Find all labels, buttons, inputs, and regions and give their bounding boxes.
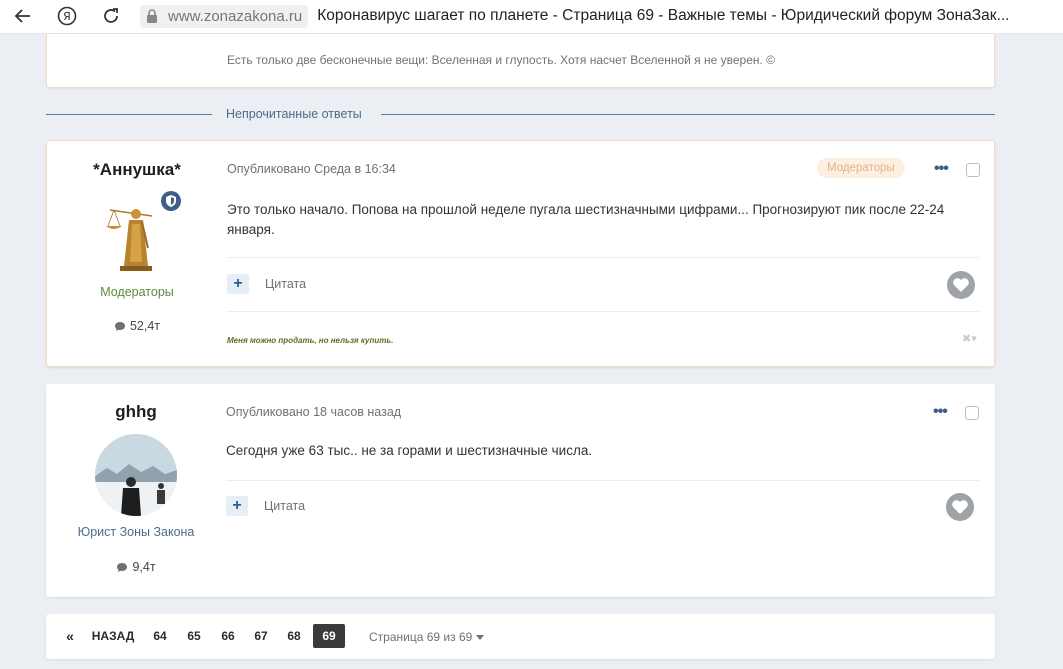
more-options-icon[interactable]: ••• — [934, 160, 949, 178]
post: *Аннушка* Модераторы 52,4т Опубликовано … — [46, 140, 995, 367]
author-panel: ghhg Юрист Зоны Закона 9,4т — [46, 384, 226, 574]
post-count: 52,4т — [47, 319, 227, 333]
page-title: Коронавирус шагает по планете - Страница… — [317, 7, 1010, 24]
divider — [227, 311, 979, 312]
signature-toggle-icon[interactable]: ✖▾ — [962, 332, 977, 345]
reload-icon[interactable] — [100, 5, 122, 27]
post-meta[interactable]: Опубликовано Среда в 16:34 — [227, 162, 396, 176]
unread-separator: Непрочитанные ответы — [46, 104, 995, 124]
page-link[interactable]: 67 — [248, 624, 274, 648]
quote-button[interactable]: Цитата — [265, 277, 306, 291]
page-link[interactable]: 66 — [215, 624, 241, 648]
post-signature: Меня можно продать, но нельзя купить. — [227, 336, 394, 345]
like-heart-icon[interactable] — [947, 271, 975, 299]
separator-line — [46, 114, 212, 115]
page-info-text: Страница 69 из 69 — [369, 630, 473, 644]
post-body: Опубликовано Среда в 16:34 Модераторы ••… — [227, 141, 994, 366]
page-jump-dropdown[interactable]: Страница 69 из 69 — [369, 630, 485, 644]
author-panel: *Аннушка* Модераторы 52,4т — [47, 141, 227, 333]
post: ghhg Юрист Зоны Закона 9,4т Опубликовано… — [46, 384, 995, 597]
pagination: « НАЗАД 64 65 66 67 68 69 Страница 69 из… — [46, 614, 995, 659]
winter-photo-image — [95, 434, 177, 516]
current-page[interactable]: 69 — [313, 624, 345, 648]
author-group: Юрист Зоны Закона — [77, 525, 195, 539]
comment-icon — [114, 321, 125, 331]
post-select-checkbox[interactable] — [965, 406, 979, 420]
author-group: Модераторы — [100, 285, 174, 299]
domain-text: www.zonazakona.ru — [168, 7, 303, 25]
post-count-value: 9,4т — [132, 560, 156, 574]
post-body: Опубликовано 18 часов назад ••• Сегодня … — [226, 384, 995, 597]
prev-page-link[interactable]: НАЗАД — [90, 624, 136, 648]
page-link[interactable]: 65 — [181, 624, 207, 648]
avatar[interactable] — [96, 191, 181, 274]
unread-label: Непрочитанные ответы — [226, 107, 362, 121]
chevron-down-icon — [476, 635, 485, 641]
yandex-icon[interactable]: Я — [56, 5, 78, 27]
signature-text: Есть только две бесконечные вещи: Вселен… — [227, 53, 776, 67]
post-content: Это только начало. Попова на прошлой нед… — [227, 202, 945, 237]
multiquote-button[interactable]: + — [226, 496, 248, 516]
page-link[interactable]: 64 — [147, 624, 173, 648]
post-meta[interactable]: Опубликовано 18 часов назад — [226, 405, 401, 419]
shield-icon — [161, 191, 181, 211]
divider — [226, 480, 980, 481]
separator-line — [381, 114, 995, 115]
svg-text:Я: Я — [63, 10, 71, 23]
browser-bar: Я www.zonazakona.ru Коронавирус шагает п… — [0, 0, 1063, 34]
multiquote-button[interactable]: + — [227, 274, 249, 294]
author-name[interactable]: ghhg — [46, 402, 226, 422]
post-content: Сегодня уже 63 тыс.. не за горами и шест… — [226, 443, 593, 458]
author-name[interactable]: *Аннушка* — [47, 160, 227, 180]
like-heart-icon[interactable] — [946, 493, 974, 521]
post-count: 9,4т — [46, 560, 226, 574]
avatar[interactable] — [95, 434, 177, 516]
address-bar[interactable]: www.zonazakona.ru Коронавирус шагает по … — [140, 4, 1010, 28]
back-arrow-icon[interactable] — [12, 5, 34, 27]
lock-icon — [147, 8, 157, 23]
post-count-value: 52,4т — [129, 319, 161, 333]
url-domain[interactable]: www.zonazakona.ru — [140, 4, 309, 28]
more-options-icon[interactable]: ••• — [933, 403, 948, 421]
divider — [227, 257, 979, 258]
previous-post-signature: Есть только две бесконечные вещи: Вселен… — [46, 34, 995, 88]
quote-button[interactable]: Цитата — [264, 499, 305, 513]
first-page-link[interactable]: « — [60, 624, 80, 648]
page-link[interactable]: 68 — [281, 624, 307, 648]
comment-icon — [117, 562, 128, 572]
post-select-checkbox[interactable] — [966, 163, 980, 177]
moderator-badge: Модераторы — [817, 158, 905, 178]
